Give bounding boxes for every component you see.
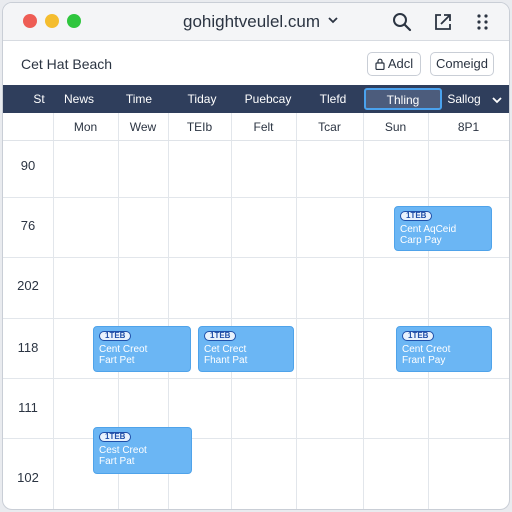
nav-item-st[interactable]: St [21,85,57,113]
event-subtitle: Fart Pet [99,355,135,366]
grid-column-divider [53,113,54,509]
apps-grid-icon[interactable] [472,11,494,33]
event-badge: 1TEB [402,331,435,341]
hour-label: 76 [20,218,36,233]
chevron-down-icon[interactable] [491,94,503,106]
calendar-event[interactable]: 1TEB Cest Creot Fart Pat [93,427,192,474]
day-header[interactable]: Sun [363,113,428,141]
event-title: Cest Creot [99,445,147,456]
day-header-corner [3,113,53,141]
lock-icon [375,58,385,70]
nav-item-tiday[interactable]: Tiday [177,85,227,113]
event-title: Cent AqCeid [400,224,457,235]
hour-label: 111 [18,400,38,415]
event-badge: 1TEB [99,331,132,341]
calendar-event[interactable]: 1TEB Cent Creot Frant Pay [396,326,492,372]
close-window-button[interactable] [23,14,37,28]
event-badge: 1TEB [99,432,132,442]
app-window: gohightveulel.cum Cet Hat Beach Adcl Com… [2,2,510,510]
calendar-toolbar: Cet Hat Beach Adcl Comeigd [3,41,509,85]
nav-item-time[interactable]: Time [116,85,162,113]
grid-column-divider [231,113,232,509]
event-subtitle: Fart Pat [99,456,135,467]
config-button[interactable]: Comeigd [430,52,494,76]
calendar-event[interactable]: 1TEB Cent AqCeid Carp Pay [394,206,492,251]
add-button-label: Adcl [387,56,414,71]
week-calendar-grid: Mon Wew TEIb Felt Tcar Sun 8P1 90 76 202… [3,113,509,509]
event-title: Cent Creot [402,344,451,355]
add-button[interactable]: Adcl [367,52,421,76]
nav-item-puebcay[interactable]: Puebcay [237,85,299,113]
grid-row-divider [3,438,509,439]
open-external-icon[interactable] [432,11,454,33]
calendar-event[interactable]: 1TEB Cet Crect Fhant Pat [198,326,294,372]
event-subtitle: Carp Pay [400,235,442,246]
chevron-down-icon[interactable] [327,14,339,26]
grid-row-divider [3,257,509,258]
event-title: Cent Creot [99,344,148,355]
calendar-event[interactable]: 1TEB Cent Creot Fart Pet [93,326,191,372]
day-header[interactable]: 8P1 [428,113,509,141]
event-badge: 1TEB [400,211,433,221]
nav-item-sallog[interactable]: Sallog [439,85,489,113]
title-bar: gohightveulel.cum [3,3,509,41]
minimize-window-button[interactable] [45,14,59,28]
event-subtitle: Fhant Pat [204,355,248,366]
day-header[interactable]: TEIb [168,113,231,141]
day-header[interactable]: Felt [231,113,296,141]
maximize-window-button[interactable] [67,14,81,28]
search-icon[interactable] [391,11,413,33]
hour-label: 118 [17,340,39,355]
grid-column-divider [428,113,429,509]
nav-item-news[interactable]: News [57,85,101,113]
event-title: Cet Crect [204,344,247,355]
hour-label: 202 [17,278,39,293]
day-header[interactable]: Mon [53,113,118,141]
day-header[interactable]: Tcar [296,113,363,141]
calendar-title: Cet Hat Beach [21,56,113,72]
event-badge: 1TEB [204,331,237,341]
hour-label: 102 [17,470,39,485]
address-bar[interactable]: gohightveulel.cum [183,11,343,33]
grid-row-divider [3,197,509,198]
event-subtitle: Frant Pay [402,355,446,366]
grid-column-divider [363,113,364,509]
nav-item-thling[interactable]: Thling [364,88,442,110]
view-nav-bar: St News Time Tiday Puebcay Tlefd Thling … [3,85,509,113]
grid-row-divider [3,378,509,379]
grid-row-divider [3,318,509,319]
day-header[interactable]: Wew [118,113,168,141]
hour-label: 90 [20,158,36,173]
nav-item-tlefd[interactable]: Tlefd [309,85,357,113]
grid-column-divider [296,113,297,509]
